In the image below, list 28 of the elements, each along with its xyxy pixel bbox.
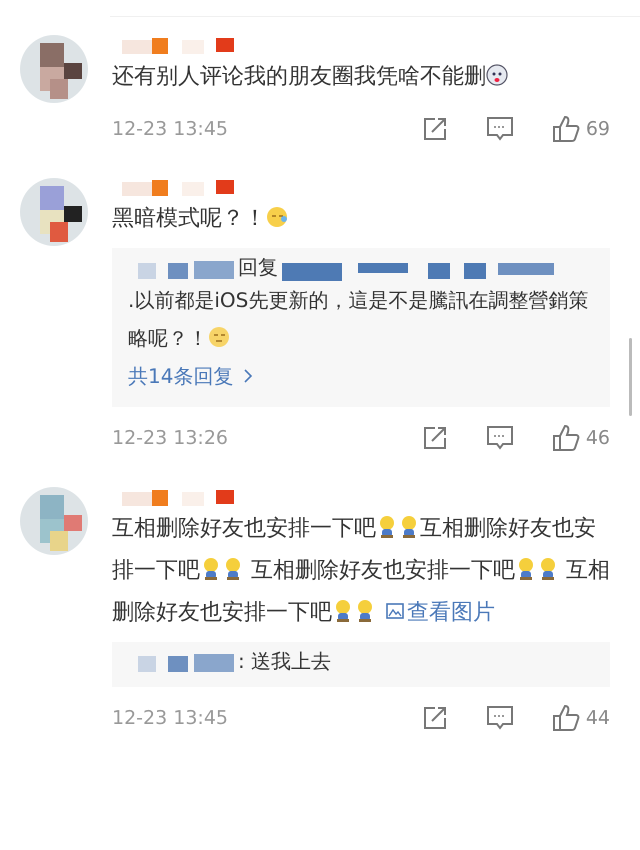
chevron-icon	[243, 368, 254, 384]
comment-icon[interactable]	[486, 425, 514, 452]
image-icon	[385, 600, 405, 621]
thumbs-up-icon	[552, 114, 580, 143]
emoji-icon	[208, 325, 230, 350]
comment-text: 还有别人评论我的朋友圈我凭啥不能删	[112, 56, 610, 98]
thumbs-up-icon	[552, 704, 580, 732]
timestamp: 12-23 13:26	[112, 427, 228, 450]
share-icon[interactable]	[422, 425, 448, 452]
share-icon[interactable]	[422, 116, 448, 142]
view-image-link[interactable]: 查看图片	[383, 600, 495, 625]
reply-header: 回复	[238, 254, 278, 282]
emoji-icon	[486, 62, 508, 87]
comment-icon[interactable]	[486, 116, 514, 142]
more-replies-link[interactable]: 共14条回复	[128, 357, 254, 396]
timestamp: 12-23 13:45	[112, 118, 228, 140]
comment-icon[interactable]	[486, 704, 514, 731]
reply-text: .以前都是iOS先更新的，這是不是騰訊在調整營銷策略呢？！	[128, 287, 590, 352]
timestamp: 12-23 13:45	[112, 706, 228, 729]
like-button[interactable]: 46	[552, 424, 610, 452]
emoji-icon	[266, 205, 288, 230]
comment-text: 互相删除好友也安排一下吧 互相删除好友也安排一下吧 互相删除好友也安排一下吧 互相删除好友也安排一下吧 查看图片	[112, 514, 610, 627]
reply-header: : 送我上去	[238, 648, 332, 675]
like-button[interactable]: 69	[552, 114, 610, 143]
share-icon[interactable]	[422, 704, 448, 731]
like-button[interactable]: 44	[552, 704, 610, 732]
thumbs-up-icon	[552, 424, 580, 452]
comment-text: 黑暗模式呢？！	[112, 198, 610, 240]
